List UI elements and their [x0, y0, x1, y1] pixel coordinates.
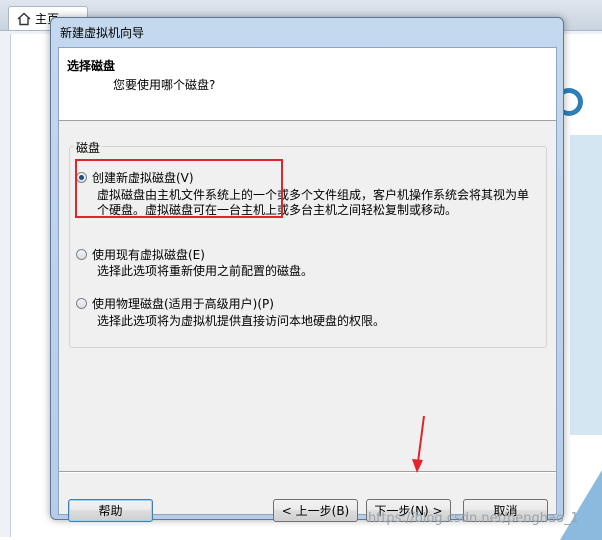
highlight-box-annotation [75, 159, 283, 218]
radio-use-existing-disk[interactable] [76, 249, 87, 260]
page-subtitle: 您要使用哪个磁盘? [113, 78, 216, 92]
option-use-existing-disk[interactable]: 使用现有虚拟磁盘(E) [76, 246, 205, 263]
footer-divider-highlight [59, 472, 556, 473]
wizard-header: 选择磁盘 您要使用哪个磁盘? [59, 48, 556, 121]
option-use-existing-disk-label: 使用现有虚拟磁盘(E) [92, 248, 205, 262]
dialog-titlebar[interactable]: 新建虚拟机向导 [51, 18, 563, 46]
watermark-text: https://blog.csdn.net/penghao_1 [368, 511, 579, 526]
page-title: 选择磁盘 [67, 59, 116, 73]
host-decoration-shape [560, 470, 602, 540]
dialog-title: 新建虚拟机向导 [60, 25, 145, 40]
description-line: 选择此选项将为虚拟机提供直接访问本地硬盘的权限。 [97, 314, 386, 328]
option-use-physical-disk-label: 使用物理磁盘(适用于高级用户)(P) [92, 297, 274, 311]
disk-group-label: 磁盘 [74, 139, 103, 156]
home-icon [17, 12, 31, 25]
description-line: 选择此选项将重新使用之前配置的磁盘。 [97, 264, 314, 278]
new-vm-wizard-dialog: 新建虚拟机向导 选择磁盘 您要使用哪个磁盘? 磁盘 创建新虚拟磁盘(V) 虚拟磁… [50, 17, 564, 522]
option-use-physical-disk[interactable]: 使用物理磁盘(适用于高级用户)(P) [76, 295, 274, 312]
option-use-physical-disk-description: 选择此选项将为虚拟机提供直接访问本地硬盘的权限。 [97, 314, 385, 329]
back-button[interactable]: < 上一步(B) [273, 499, 358, 522]
radio-use-physical-disk[interactable] [76, 298, 87, 309]
help-button[interactable]: 帮助 [68, 499, 153, 522]
option-use-existing-disk-description: 选择此选项将重新使用之前配置的磁盘。 [97, 264, 313, 279]
host-decoration [570, 135, 602, 435]
dialog-client-area: 选择磁盘 您要使用哪个磁盘? 磁盘 创建新虚拟磁盘(V) 虚拟磁盘由主机文件系统… [58, 47, 557, 522]
